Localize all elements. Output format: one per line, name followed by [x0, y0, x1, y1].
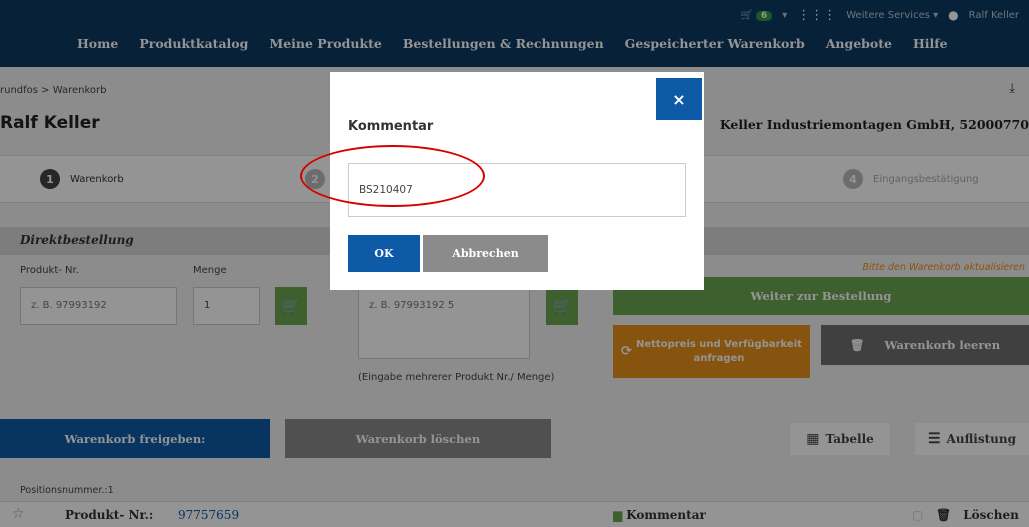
ok-button[interactable]: OK	[348, 235, 420, 272]
dialog-title: Kommentar	[348, 119, 434, 134]
close-icon: ×	[672, 89, 686, 109]
close-button[interactable]: ×	[656, 78, 702, 120]
kommentar-input[interactable]	[348, 163, 686, 217]
abbrechen-button[interactable]: Abbrechen	[423, 235, 548, 272]
kommentar-dialog: × Kommentar OK Abbrechen	[330, 72, 704, 290]
